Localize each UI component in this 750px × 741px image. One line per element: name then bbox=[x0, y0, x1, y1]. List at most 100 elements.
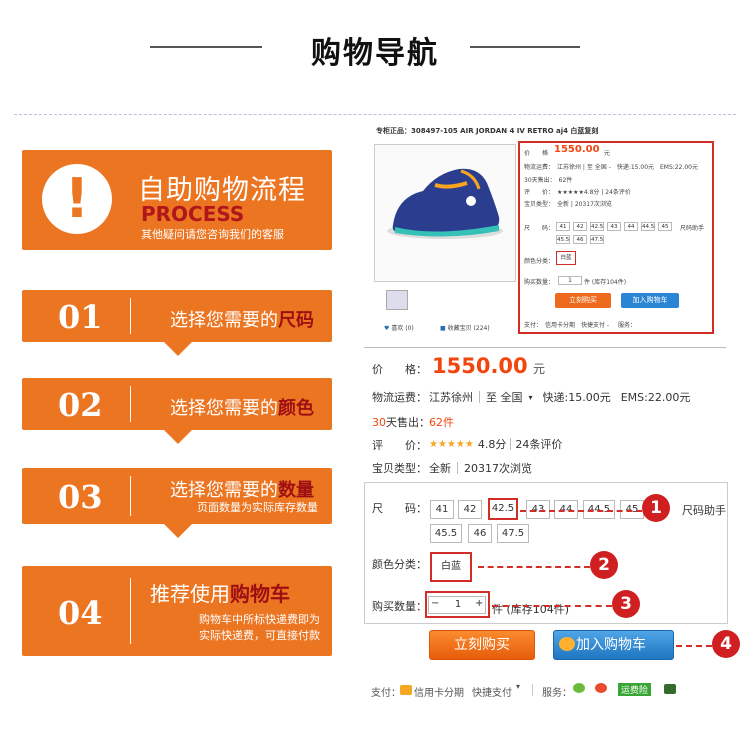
step-1-text: 选择您需要的尺码 bbox=[170, 310, 314, 331]
size-option[interactable]: 45.5 bbox=[430, 524, 462, 543]
thumb-color-label: 颜色分类： bbox=[524, 258, 555, 265]
qty-label: 购买数量： bbox=[372, 600, 427, 613]
size-option[interactable]: 41 bbox=[430, 500, 454, 519]
callout-3: 3 bbox=[612, 590, 640, 618]
thumb-stock: 件 (库存104件) bbox=[584, 279, 627, 286]
sold-label: 30天售出： bbox=[372, 416, 430, 429]
chevron-down-icon: ▾ bbox=[516, 682, 521, 691]
process-subtitle: PROCESS bbox=[141, 202, 245, 226]
freight-insurance-badge: 运费险 bbox=[618, 683, 652, 696]
like-button[interactable]: ♥ 喜欢 (0) bbox=[384, 323, 414, 332]
pay-installment[interactable]: 信用卡分期 bbox=[414, 684, 464, 699]
qty-input[interactable]: 1 bbox=[445, 599, 471, 610]
step-2-number: 02 bbox=[58, 386, 103, 424]
callout-2: 2 bbox=[590, 551, 618, 579]
callout-line bbox=[478, 566, 590, 568]
ship-to-dropdown[interactable]: 至 全国 bbox=[486, 389, 523, 405]
rating-label: 评 价： bbox=[372, 439, 427, 452]
thumb-size-option[interactable]: 46 bbox=[573, 235, 587, 244]
step-divider bbox=[130, 476, 131, 516]
process-note: 其他疑问请您咨询我们的客服 bbox=[141, 228, 284, 241]
step-divider bbox=[130, 386, 131, 422]
thumb-yuan: 元 bbox=[604, 150, 611, 157]
step-3-number: 03 bbox=[58, 478, 103, 516]
thumb-size-option[interactable]: 45 bbox=[658, 222, 672, 231]
ship-express: 快递:15.00元 bbox=[542, 391, 611, 404]
step-arrow bbox=[164, 342, 192, 356]
thumb-pay: 支付： 信用卡分期 快捷支付 - bbox=[524, 322, 610, 329]
pay-label: 支付： bbox=[371, 688, 401, 699]
thumb-size-option[interactable]: 41 bbox=[556, 222, 570, 231]
type-info: 全新 20317次浏览 bbox=[429, 460, 532, 476]
step-arrow bbox=[164, 524, 192, 538]
collect-button[interactable]: ■ 收藏宝贝 (224) bbox=[440, 323, 490, 332]
ship-ems: EMS:22.00元 bbox=[620, 391, 691, 404]
price-unit: 元 bbox=[533, 362, 546, 376]
badge-icon bbox=[573, 683, 585, 693]
callout-line bbox=[676, 645, 712, 647]
thumb-size-option[interactable]: 44.5 bbox=[641, 222, 655, 231]
color-option-selected[interactable]: 白蓝 bbox=[430, 552, 472, 582]
size-option[interactable]: 42 bbox=[458, 500, 482, 519]
size-option[interactable]: 46 bbox=[468, 524, 492, 543]
ship-from: 江苏徐州 bbox=[429, 391, 473, 404]
callout-1: 1 bbox=[642, 494, 670, 522]
thumb-type: 宝贝类型： 全新 | 20317次浏览 bbox=[524, 201, 612, 208]
rating-count[interactable]: 24条评价 bbox=[515, 436, 562, 452]
thumb-service: 服务： bbox=[618, 322, 637, 329]
thumb-color-option[interactable]: 白蓝 bbox=[556, 251, 576, 265]
callout-line bbox=[492, 605, 612, 607]
quantity-stepper: − 1 + bbox=[428, 596, 486, 614]
decrement-button[interactable]: − bbox=[431, 598, 439, 609]
exclamation-icon: ! bbox=[42, 164, 112, 234]
step-arrow bbox=[164, 430, 192, 444]
thumb-size-row-2: 45.5 46 47.5 bbox=[556, 235, 604, 244]
thumb-price: 1550.00 bbox=[554, 144, 600, 155]
stock-info: 件 (库存104件) bbox=[492, 603, 570, 616]
size-option[interactable]: 47.5 bbox=[497, 524, 529, 543]
rating-score: 4.8分 bbox=[477, 438, 507, 451]
divider bbox=[14, 114, 736, 115]
callout-line bbox=[520, 510, 642, 512]
thumb-size-option[interactable]: 47.5 bbox=[590, 235, 604, 244]
price-label: 价 格： bbox=[372, 363, 427, 376]
step-2-text: 选择您需要的颜色 bbox=[170, 398, 314, 419]
shipping-label: 物流运费： bbox=[372, 391, 427, 404]
thumb-shipping: 物流运费： 江苏徐州 | 至 全国 - 快递:15.00元 EMS:22.00元 bbox=[524, 164, 698, 171]
step-4-text: 推荐使用购物车 bbox=[150, 582, 290, 606]
callout-4: 4 bbox=[712, 630, 740, 658]
type-label: 宝贝类型： bbox=[372, 462, 427, 475]
step-3-text: 选择您需要的数量 bbox=[170, 480, 314, 501]
thumb-size-option[interactable]: 42.5 bbox=[590, 222, 604, 231]
thumb-size-option[interactable]: 42 bbox=[573, 222, 587, 231]
divider bbox=[364, 347, 726, 348]
pay-quick[interactable]: 快捷支付 bbox=[472, 684, 512, 699]
step-4-number: 04 bbox=[58, 594, 103, 632]
card-icon bbox=[400, 685, 412, 695]
page-title: 购物导航 bbox=[311, 36, 439, 71]
badge-icon bbox=[664, 684, 676, 694]
thumb-size-option[interactable]: 44 bbox=[624, 222, 638, 231]
thumb-qty-input[interactable]: 1 bbox=[558, 276, 582, 285]
sold-count: 62件 bbox=[429, 416, 454, 429]
thumb-qty-label: 购买数量： bbox=[524, 279, 555, 286]
thumb-size-help[interactable]: 尺码助手 bbox=[680, 223, 704, 232]
size-help-link[interactable]: 尺码助手 bbox=[682, 502, 726, 518]
rating-stars: ★★★★★ bbox=[429, 438, 474, 450]
product-thumbnail[interactable] bbox=[386, 290, 408, 310]
thumb-buy-button[interactable]: 立刻购买 bbox=[555, 293, 611, 308]
service-label: 服务： bbox=[542, 688, 572, 699]
thumb-size-option[interactable]: 43 bbox=[607, 222, 621, 231]
buy-now-button[interactable]: 立刻购买 bbox=[429, 630, 535, 660]
thumb-size-option[interactable]: 45.5 bbox=[556, 235, 570, 244]
size-option-selected[interactable]: 42.5 bbox=[488, 498, 518, 520]
step-divider bbox=[130, 298, 131, 334]
thumb-size-label: 尺 码： bbox=[524, 225, 555, 232]
thumb-cart-button[interactable]: 加入购物车 bbox=[621, 293, 679, 308]
rating-info: ★★★★★ 4.8分 24条评价 bbox=[429, 436, 562, 452]
step-4-note: 购物车中所标快递费即为 实际快递费，可直接付款 bbox=[199, 613, 320, 642]
increment-button[interactable]: + bbox=[475, 598, 483, 609]
product-title: 专柜正品：308497-105 AIR JORDAN 4 IV RETRO aj… bbox=[376, 127, 599, 135]
shipping-info: 江苏徐州 至 全国 ▾ 快递:15.00元 EMS:22.00元 bbox=[429, 389, 690, 405]
chevron-down-icon: ▾ bbox=[528, 392, 533, 402]
